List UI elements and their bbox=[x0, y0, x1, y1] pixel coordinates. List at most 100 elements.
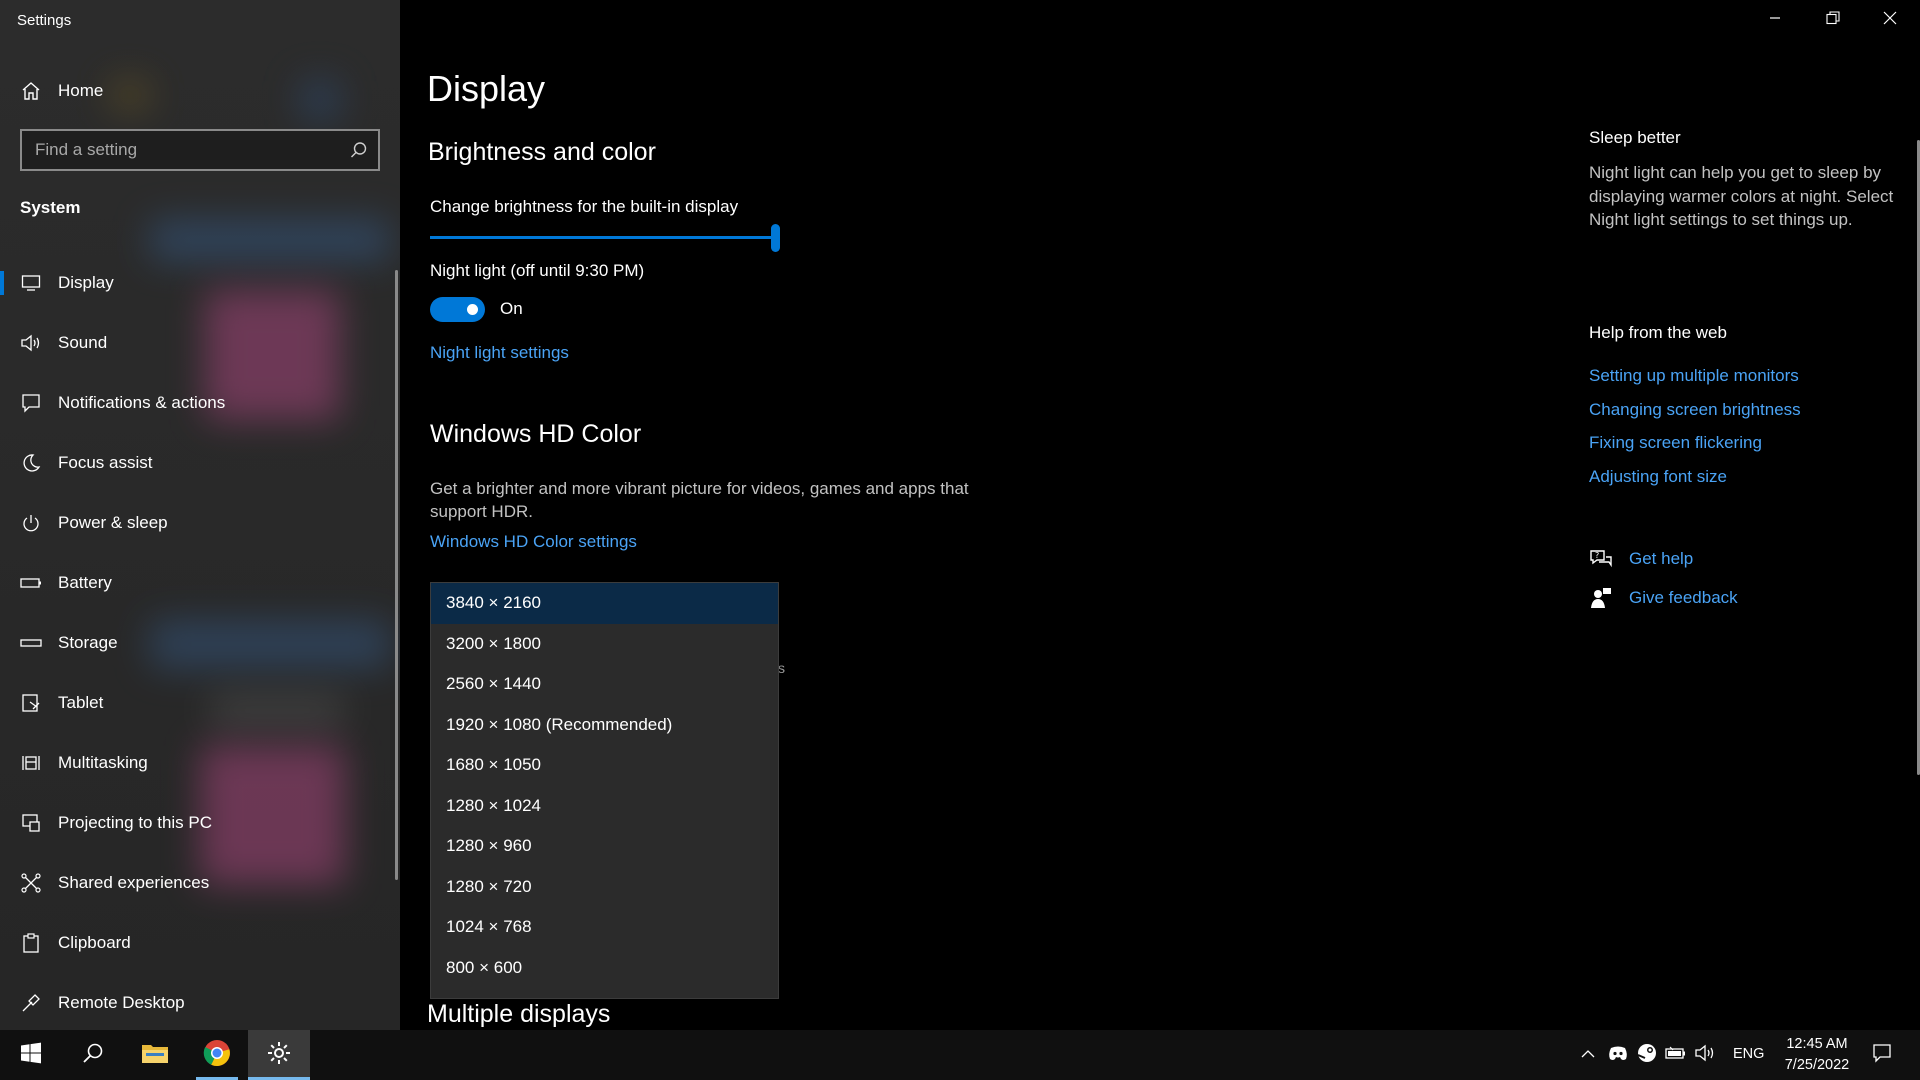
sidebar-item-sound[interactable]: Sound bbox=[0, 320, 400, 366]
nav-home[interactable]: Home bbox=[0, 68, 400, 114]
close-button[interactable] bbox=[1867, 0, 1913, 40]
battery-icon bbox=[19, 571, 43, 595]
sidebar-item-clipboard[interactable]: Clipboard bbox=[0, 920, 400, 966]
windows-start-icon bbox=[20, 1042, 42, 1069]
show-hidden-icons-button[interactable] bbox=[1575, 1030, 1601, 1080]
minimize-button[interactable] bbox=[1752, 0, 1798, 40]
sidebar-item-shared-experiences[interactable]: Shared experiences bbox=[0, 860, 400, 906]
nav-home-label: Home bbox=[58, 81, 104, 100]
web-link-screen-brightness[interactable]: Changing screen brightness bbox=[1589, 400, 1801, 420]
sidebar-item-label: Shared experiences bbox=[58, 873, 210, 892]
web-link-multiple-monitors[interactable]: Setting up multiple monitors bbox=[1589, 366, 1799, 386]
resolution-option[interactable]: 1920 × 1080 (Recommended) bbox=[431, 705, 778, 746]
give-feedback-link[interactable]: Give feedback bbox=[1589, 586, 1738, 610]
tablet-icon bbox=[19, 691, 43, 715]
minimize-icon bbox=[1769, 11, 1781, 29]
tray-steam[interactable] bbox=[1634, 1030, 1660, 1080]
give-feedback-label: Give feedback bbox=[1629, 588, 1738, 607]
resolution-option[interactable]: 2560 × 1440 bbox=[431, 664, 778, 705]
resolution-option[interactable]: 3840 × 2160 bbox=[431, 583, 778, 624]
sidebar-scrollbar[interactable] bbox=[395, 270, 398, 880]
background-blur bbox=[150, 220, 390, 260]
sidebar-item-label: Clipboard bbox=[58, 933, 131, 952]
search-icon[interactable] bbox=[350, 141, 368, 164]
sidebar-item-label: Display bbox=[58, 273, 114, 292]
sidebar-item-power-sleep[interactable]: Power & sleep bbox=[0, 500, 400, 546]
resolution-option[interactable]: 3200 × 1800 bbox=[431, 624, 778, 665]
clipboard-icon bbox=[19, 931, 43, 955]
sidebar-item-multitasking[interactable]: Multitasking bbox=[0, 740, 400, 786]
tray-battery[interactable] bbox=[1663, 1030, 1689, 1080]
tray-discord[interactable] bbox=[1605, 1030, 1631, 1080]
night-light-toggle-state: On bbox=[500, 299, 523, 318]
brightness-slider-thumb[interactable] bbox=[771, 224, 780, 252]
search-icon bbox=[82, 1042, 104, 1069]
sidebar: Settings Home Find a setting System Disp… bbox=[0, 0, 400, 1030]
sidebar-item-display[interactable]: Display bbox=[0, 260, 400, 306]
taskbar-search-button[interactable] bbox=[62, 1030, 124, 1080]
start-button[interactable] bbox=[0, 1030, 62, 1080]
resolution-option[interactable]: 800 × 600 bbox=[431, 948, 778, 989]
night-light-toggle[interactable] bbox=[430, 297, 485, 322]
resolution-option[interactable]: 1280 × 720 bbox=[431, 867, 778, 908]
shared-icon bbox=[19, 871, 43, 895]
section-label-system: System bbox=[20, 198, 81, 217]
search-input[interactable]: Find a setting bbox=[20, 129, 380, 171]
sidebar-item-battery[interactable]: Battery bbox=[0, 560, 400, 606]
taskbar: ENG 12:45 AM 7/25/2022 bbox=[0, 1030, 1920, 1080]
action-center-button[interactable] bbox=[1862, 1030, 1902, 1080]
battery-icon bbox=[1665, 1046, 1687, 1065]
get-help-link[interactable]: ? Get help bbox=[1589, 547, 1693, 571]
sidebar-item-remote-desktop[interactable]: Remote Desktop bbox=[0, 980, 400, 1026]
hd-color-description-2: support HDR. bbox=[430, 502, 533, 521]
remote-desktop-icon bbox=[19, 991, 43, 1015]
give-feedback-icon bbox=[1589, 586, 1613, 610]
notification-icon bbox=[19, 391, 43, 415]
file-explorer-icon bbox=[141, 1041, 169, 1070]
clock[interactable]: 12:45 AM 7/25/2022 bbox=[1762, 1034, 1872, 1076]
projecting-icon bbox=[19, 811, 43, 835]
multitasking-icon bbox=[19, 751, 43, 775]
hidden-text-fragment: s bbox=[778, 660, 785, 676]
speaker-icon bbox=[19, 331, 43, 355]
web-link-font-size[interactable]: Adjusting font size bbox=[1589, 467, 1727, 487]
web-link-screen-flickering[interactable]: Fixing screen flickering bbox=[1589, 433, 1762, 453]
restore-button[interactable] bbox=[1810, 0, 1856, 40]
language-indicator[interactable]: ENG bbox=[1733, 1046, 1764, 1062]
brightness-slider-track[interactable] bbox=[430, 236, 775, 239]
sleep-better-text: Night light can help you get to sleep by… bbox=[1589, 163, 1894, 229]
discord-icon bbox=[1608, 1045, 1628, 1066]
sidebar-item-storage[interactable]: Storage bbox=[0, 620, 400, 666]
hd-color-description-1: Get a brighter and more vibrant picture … bbox=[430, 479, 969, 498]
resolution-option[interactable]: 1680 × 1050 bbox=[431, 745, 778, 786]
taskbar-chrome[interactable] bbox=[186, 1030, 248, 1080]
sidebar-item-projecting[interactable]: Projecting to this PC bbox=[0, 800, 400, 846]
resolution-option[interactable]: 1280 × 1024 bbox=[431, 786, 778, 827]
monitor-icon bbox=[19, 271, 43, 295]
sleep-better-heading: Sleep better bbox=[1589, 128, 1681, 147]
brightness-slider-label: Change brightness for the built-in displ… bbox=[430, 197, 739, 216]
taskbar-settings[interactable] bbox=[248, 1030, 310, 1080]
home-icon bbox=[19, 79, 43, 103]
sidebar-item-tablet[interactable]: Tablet bbox=[0, 680, 400, 726]
sidebar-item-label: Tablet bbox=[58, 693, 104, 712]
power-icon bbox=[19, 511, 43, 535]
sidebar-item-focus-assist[interactable]: Focus assist bbox=[0, 440, 400, 486]
section-heading-multiple-displays: Multiple displays bbox=[427, 1000, 611, 1028]
taskbar-file-explorer[interactable] bbox=[124, 1030, 186, 1080]
resolution-dropdown-list[interactable]: 3840 × 2160 3200 × 1800 2560 × 1440 1920… bbox=[430, 582, 779, 999]
resolution-option[interactable]: 1024 × 768 bbox=[431, 907, 778, 948]
close-icon bbox=[1883, 11, 1897, 30]
chrome-icon bbox=[203, 1039, 231, 1072]
app-title: Settings bbox=[17, 12, 72, 29]
sidebar-item-label: Projecting to this PC bbox=[58, 813, 213, 832]
tray-volume[interactable] bbox=[1692, 1030, 1718, 1080]
main-content: Display Brightness and color Change brig… bbox=[400, 0, 1920, 1030]
resolution-option[interactable]: 1280 × 960 bbox=[431, 826, 778, 867]
steam-icon bbox=[1637, 1043, 1657, 1068]
hd-color-settings-link[interactable]: Windows HD Color settings bbox=[430, 532, 637, 552]
get-help-icon: ? bbox=[1589, 547, 1613, 571]
get-help-label: Get help bbox=[1629, 549, 1694, 568]
sidebar-item-notifications[interactable]: Notifications & actions bbox=[0, 380, 400, 426]
night-light-settings-link[interactable]: Night light settings bbox=[430, 343, 569, 363]
